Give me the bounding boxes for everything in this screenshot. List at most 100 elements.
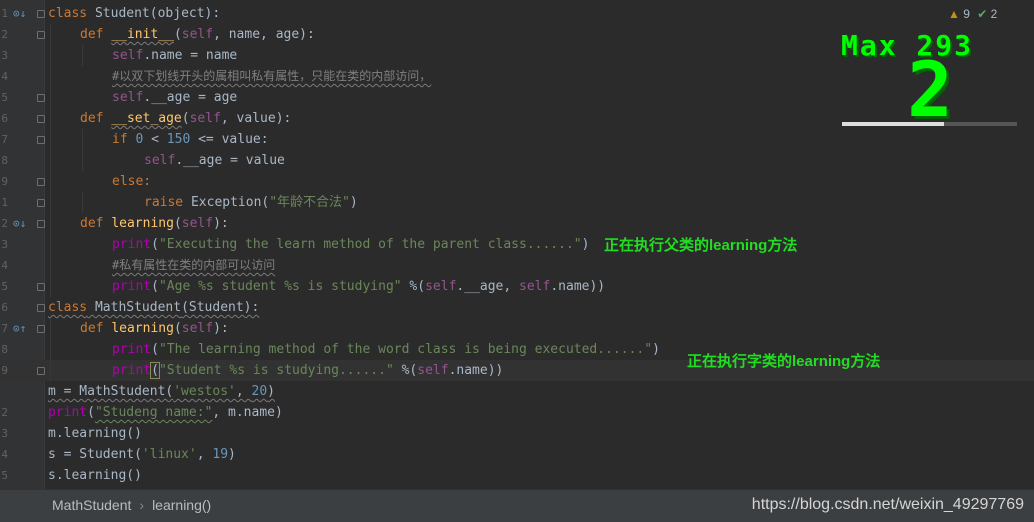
breadcrumb-separator: › — [139, 497, 145, 513]
code-line-1[interactable]: 1 ⊙↓ class Student(object): — [0, 3, 1034, 24]
breadcrumb-class[interactable]: MathStudent — [52, 497, 131, 513]
fold-marker[interactable] — [37, 115, 45, 123]
line-number: 4 — [1, 259, 8, 272]
fold-marker[interactable] — [37, 178, 45, 186]
code-line-14[interactable]: 5 print("Age %s student %s is studying" … — [0, 276, 1034, 297]
indent-guide — [82, 45, 83, 66]
fold-marker[interactable] — [37, 31, 45, 39]
fold-marker[interactable] — [37, 367, 45, 375]
line-number: 4 — [1, 448, 8, 461]
fold-marker[interactable] — [37, 136, 45, 144]
code-text: else: — [112, 174, 152, 189]
line-number: 3 — [1, 49, 8, 62]
warning-count: 9 — [963, 7, 970, 21]
code-text: m = MathStudent('westos', 20) — [48, 384, 275, 399]
indent-guide — [50, 360, 51, 381]
code-text: self.name = name — [112, 48, 238, 63]
indent-guide — [50, 339, 51, 360]
parent-learning-annotation: 正在执行父类的learning方法 — [604, 237, 798, 254]
implemented-overridden-icon[interactable]: ⊙↓ — [13, 3, 27, 24]
code-text: class Student(object): — [48, 6, 221, 21]
code-line-10[interactable]: 1 raise Exception("年龄不合法") — [0, 192, 1034, 213]
code-text: raise Exception("年龄不合法") — [144, 195, 358, 210]
line-number: 9 — [1, 364, 8, 377]
line-number: 7 — [1, 322, 8, 335]
line-number: 1 — [1, 196, 8, 209]
code-line-7[interactable]: 7 if 0 < 150 <= value: — [0, 129, 1034, 150]
indent-guide — [50, 108, 51, 129]
code-text: def learning(self): — [80, 321, 229, 336]
line-number: 5 — [1, 91, 8, 104]
code-text: print("Student %s is studying......" %(s… — [112, 362, 504, 379]
code-text: s.learning() — [48, 468, 142, 483]
indent-guide — [50, 213, 51, 234]
code-text: print("Studeng name:", m.name) — [48, 405, 283, 420]
check-icon: ✔ — [977, 7, 988, 21]
code-text: m.learning() — [48, 426, 142, 441]
fold-marker[interactable] — [37, 199, 45, 207]
code-line-23[interactable]: 5 s.learning() — [0, 465, 1034, 486]
fold-marker[interactable] — [37, 10, 45, 18]
code-line-21[interactable]: 3 m.learning() — [0, 423, 1034, 444]
line-number: 5 — [1, 469, 8, 482]
code-comment: #以双下划线开头的属相叫私有属性，只能在类的内部访问， — [112, 69, 432, 83]
fold-marker[interactable] — [37, 304, 45, 312]
code-text: self.__age = value — [144, 153, 285, 168]
fold-marker[interactable] — [37, 325, 45, 333]
indent-guide — [50, 171, 51, 192]
indent-guide — [50, 318, 51, 339]
breadcrumb-bar: MathStudent › learning() https://blog.csdn… — [0, 489, 1034, 522]
indent-guide — [50, 255, 51, 276]
overrides-method-icon[interactable]: ⊙↑ — [13, 318, 27, 339]
code-text: def __init__(self, name, age): — [80, 27, 315, 42]
overridden-method-icon[interactable]: ⊙↓ — [13, 213, 27, 234]
overlay-progress-bar — [842, 122, 1017, 126]
fold-marker[interactable] — [37, 220, 45, 228]
line-number: 8 — [1, 343, 8, 356]
code-text: def learning(self): — [80, 216, 229, 231]
code-line-22[interactable]: 4 s = Student('linux', 19) — [0, 444, 1034, 465]
code-line-19[interactable]: m = MathStudent('westos', 20) — [0, 381, 1034, 402]
indent-guide — [50, 66, 51, 87]
code-text: def __set_age(self, value): — [80, 111, 292, 126]
line-number: 3 — [1, 238, 8, 251]
inspection-widget[interactable]: ▲ 9 ✔ 2 — [948, 7, 997, 21]
code-line-4[interactable]: 4 #以双下划线开头的属相叫私有属性，只能在类的内部访问， — [0, 66, 1034, 87]
overlay-big-number: 2 — [907, 45, 953, 134]
breadcrumb: MathStudent › learning() — [52, 490, 211, 520]
code-text: class MathStudent(Student): — [48, 300, 260, 315]
code-line-12[interactable]: 3 print("Executing the learn method of t… — [0, 234, 1034, 255]
line-number: 6 — [1, 112, 8, 125]
indent-guide — [50, 24, 51, 45]
line-number: 4 — [1, 70, 8, 83]
indent-guide — [50, 45, 51, 66]
code-text: print("Executing the learn method of the… — [112, 237, 590, 252]
fold-marker[interactable] — [37, 94, 45, 102]
code-line-5[interactable]: 5 self.__age = age — [0, 87, 1034, 108]
line-number: 2 — [1, 406, 8, 419]
fold-marker[interactable] — [37, 283, 45, 291]
ok-count: 2 — [990, 7, 998, 21]
code-line-11[interactable]: 2 ⊙↓ def learning(self): — [0, 213, 1034, 234]
line-number: 5 — [1, 280, 8, 293]
line-number: 7 — [1, 133, 8, 146]
code-line-13[interactable]: 4 #私有属性在类的内部可以访问 — [0, 255, 1034, 276]
code-line-9[interactable]: 9 else: — [0, 171, 1034, 192]
indent-guide — [82, 192, 83, 213]
line-number: 9 — [1, 175, 8, 188]
code-line-20[interactable]: 2 print("Studeng name:", m.name) — [0, 402, 1034, 423]
indent-guide — [50, 129, 51, 150]
line-number: 3 — [1, 427, 8, 440]
code-text: s = Student('linux', 19) — [48, 447, 236, 462]
code-text: self.__age = age — [112, 90, 238, 105]
line-number: 6 — [1, 301, 8, 314]
line-number: 2 — [1, 217, 8, 230]
code-text: print("The learning method of the word c… — [112, 342, 660, 357]
code-editor[interactable]: 1 ⊙↓ class Student(object): 2 def __init… — [0, 0, 1034, 489]
code-line-8[interactable]: 8 self.__age = value — [0, 150, 1034, 171]
code-comment: #私有属性在类的内部可以访问 — [112, 258, 276, 272]
code-line-16[interactable]: 7 ⊙↑ def learning(self): — [0, 318, 1034, 339]
breadcrumb-method[interactable]: learning() — [152, 497, 211, 513]
indent-guide — [50, 87, 51, 108]
code-line-15[interactable]: 6 class MathStudent(Student): — [0, 297, 1034, 318]
